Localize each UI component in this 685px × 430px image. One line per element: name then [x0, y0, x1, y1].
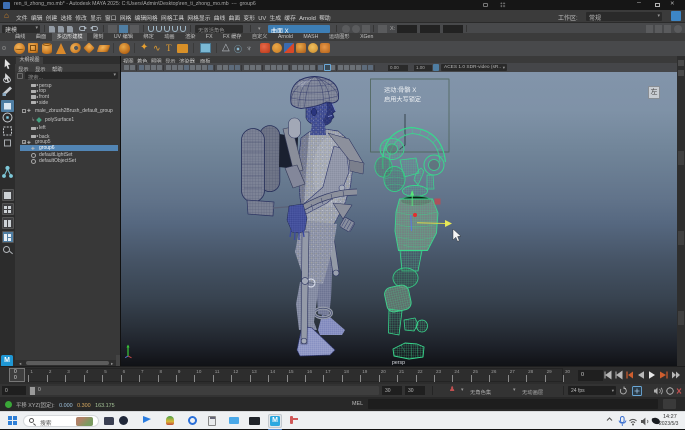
svg-text:运动:骨骼 X: 运动:骨骼 X [384, 86, 416, 94]
svg-text:启用大写锁定: 启用大写锁定 [384, 96, 421, 104]
